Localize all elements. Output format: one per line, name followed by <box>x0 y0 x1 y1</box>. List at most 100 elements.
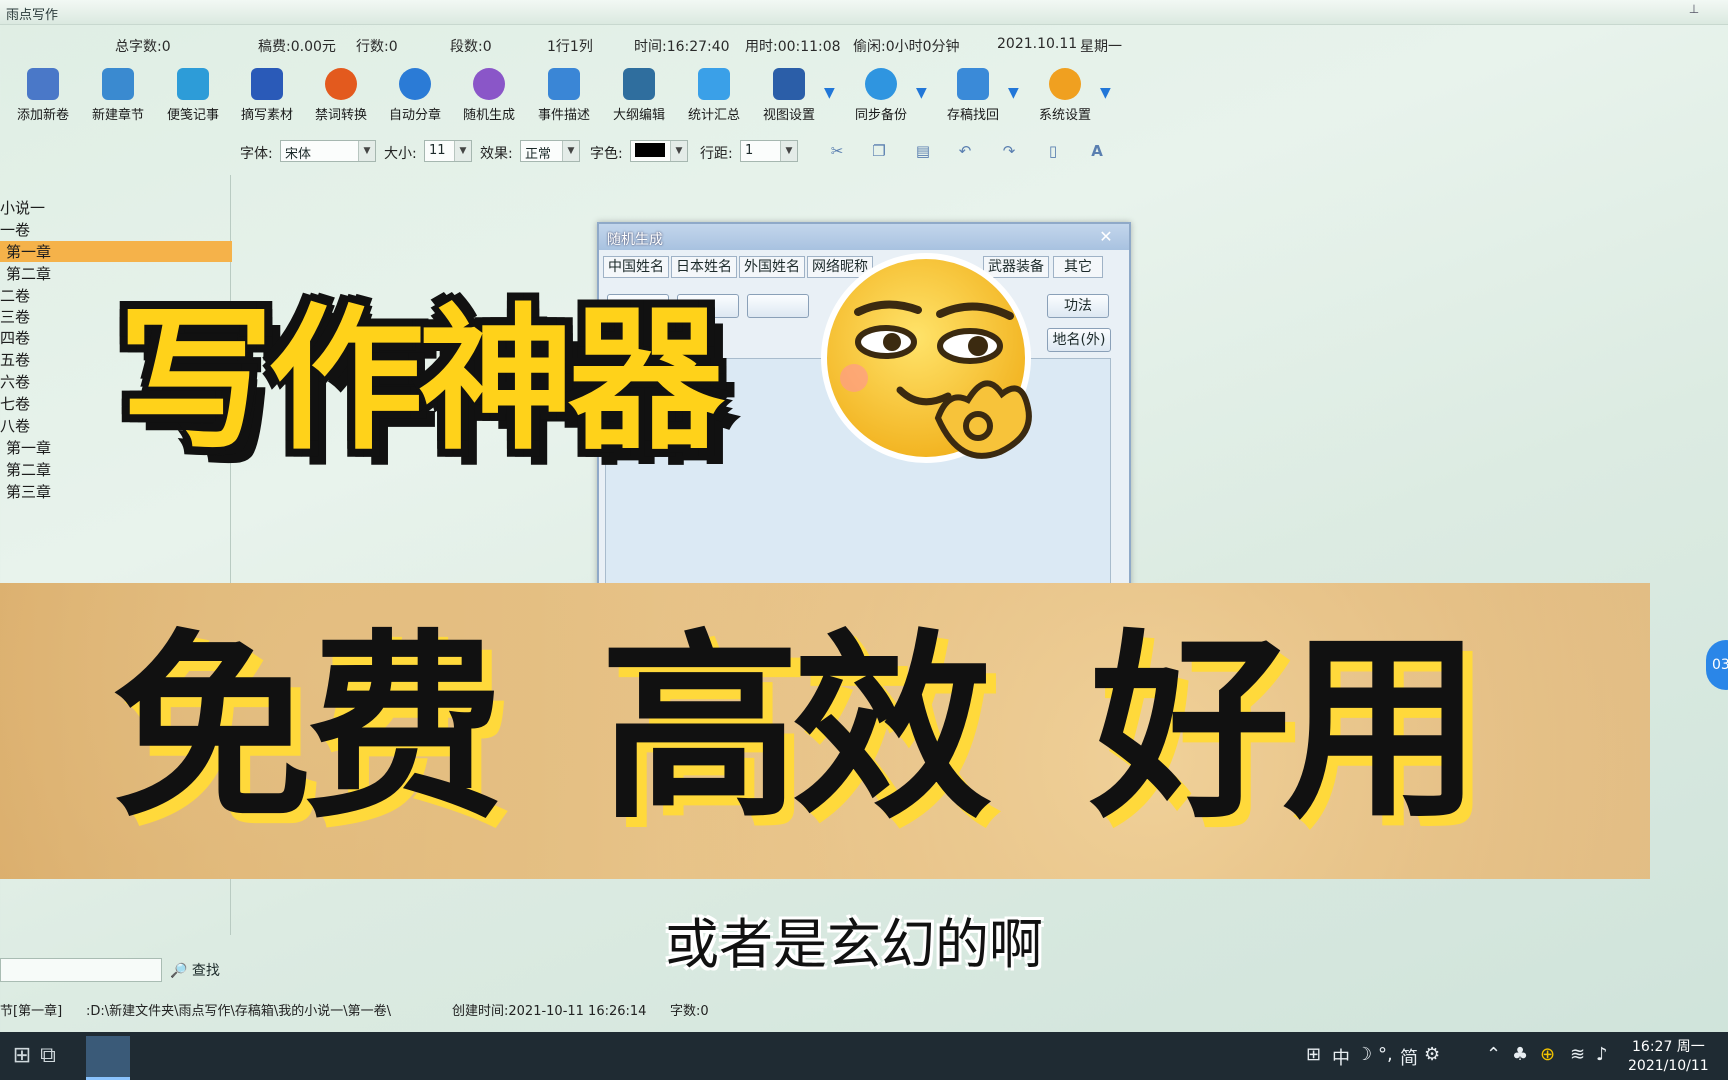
stat-total-words: 总字数:0 <box>115 39 171 55</box>
window-icon <box>548 68 580 100</box>
toolbar-material-button[interactable]: 摘写素材 <box>228 64 306 128</box>
stat-used: 用时:00:11:08 <box>745 39 841 55</box>
effect-select[interactable]: 正常 ▼ <box>520 140 580 162</box>
close-icon[interactable]: ✕ <box>1097 227 1115 246</box>
add-volume-icon <box>27 68 59 100</box>
keyboard-icon[interactable]: ⊞ <box>1306 1044 1321 1065</box>
undo-icon[interactable]: ↶ <box>954 142 976 162</box>
tree-node[interactable]: 一卷 <box>0 219 30 240</box>
tree-node[interactable]: 七卷 <box>0 393 30 414</box>
skill-button[interactable]: 功法 <box>1047 294 1109 318</box>
task-view-icon[interactable]: ⧉ <box>30 1040 66 1072</box>
tab-foreign-names[interactable]: 外国姓名 <box>739 256 805 278</box>
tree-node[interactable]: 三卷 <box>0 306 30 327</box>
chevron-down-icon: ▼ <box>562 141 579 161</box>
font-a-icon[interactable]: A <box>1086 142 1108 162</box>
tree-node[interactable]: 第二章 <box>0 263 51 284</box>
recover-dropdown-arrow-icon[interactable]: ▼ <box>1008 86 1022 100</box>
tab-other[interactable]: 其它 <box>1053 256 1103 278</box>
toolbar-notes-button[interactable]: 便笺记事 <box>154 64 232 128</box>
toolbar-banned-words-button[interactable]: 禁词转换 <box>302 64 380 128</box>
pin-icon[interactable]: ⊥ <box>1686 2 1702 18</box>
taskbar <box>0 1032 1728 1080</box>
qq-icon[interactable]: ♣ <box>1512 1044 1528 1065</box>
settings-dropdown-arrow-icon[interactable]: ▼ <box>1100 86 1114 100</box>
toolbar-event-button[interactable]: 事件描述 <box>525 64 603 128</box>
tree-node[interactable]: 二卷 <box>0 285 30 306</box>
toolbar-new-chapter-button[interactable]: 新建章节 <box>79 64 157 128</box>
toolbar-random-button[interactable]: 随机生成 <box>450 64 528 128</box>
wifi-icon[interactable]: ≋ <box>1570 1044 1585 1065</box>
tree-node[interactable]: 五卷 <box>0 349 30 370</box>
cloud-icon <box>865 68 897 100</box>
toolbar-recover-button[interactable]: 存稿找回 <box>934 64 1012 128</box>
tab-japanese-names[interactable]: 日本姓名 <box>671 256 737 278</box>
moon-icon[interactable]: ☽ <box>1356 1044 1372 1065</box>
search-button[interactable]: 🔎 查找 <box>170 960 220 980</box>
dialog-title-bar[interactable] <box>599 224 1129 250</box>
effect-label: 效果: <box>480 146 513 162</box>
tree-node[interactable]: 小说一 <box>0 197 45 218</box>
punctuation-icon[interactable]: °, <box>1378 1044 1393 1065</box>
clock-date[interactable]: 2021/10/11 <box>1628 1058 1709 1074</box>
tree-node[interactable]: 第一章 <box>0 437 51 458</box>
people-icon <box>473 68 505 100</box>
gear-icon <box>1049 68 1081 100</box>
chevron-up-icon[interactable]: ⌃ <box>1486 1044 1501 1065</box>
headline: 写作神器 <box>118 289 724 471</box>
toolbar-outline-button[interactable]: 大纲编辑 <box>600 64 678 128</box>
outline-book-icon <box>623 68 655 100</box>
volume-icon[interactable]: ♪ <box>1596 1044 1608 1065</box>
color-label: 字色: <box>590 146 623 162</box>
status-created: 创建时间:2021-10-11 16:26:14 <box>452 1004 647 1019</box>
tree-node[interactable]: 第三章 <box>0 481 51 502</box>
color-swatch <box>635 143 665 157</box>
stat-date: 2021.10.11 <box>997 36 1078 52</box>
taskbar-app-writing[interactable] <box>86 1036 130 1080</box>
page-icon[interactable]: ▯ <box>1042 142 1064 162</box>
copy-icon[interactable]: ❐ <box>868 142 890 162</box>
tree-node[interactable]: 第二章 <box>0 459 51 480</box>
banner-word-free: 免费 <box>112 613 504 846</box>
size-select[interactable]: 11 ▼ <box>424 140 472 162</box>
ime-language[interactable]: 中 <box>1332 1044 1350 1070</box>
place-foreign-button[interactable]: 地名(外) <box>1047 328 1111 352</box>
ime-mode[interactable]: 简 <box>1400 1044 1418 1070</box>
stat-weekday: 星期一 <box>1080 39 1122 55</box>
gear-icon[interactable]: ⚙ <box>1424 1044 1440 1065</box>
search-icon: 🔎 <box>170 963 188 979</box>
tree-node[interactable]: 六卷 <box>0 371 30 392</box>
toolbar-view-button[interactable]: 视图设置 <box>750 64 828 128</box>
toolbar-add-volume-button[interactable]: 添加新卷 <box>4 64 82 128</box>
generate-button[interactable] <box>747 294 809 318</box>
search-input[interactable] <box>0 958 162 982</box>
notes-icon <box>177 68 209 100</box>
size-label: 大小: <box>384 146 417 162</box>
redo-icon[interactable]: ↷ <box>998 142 1020 162</box>
sync-dropdown-arrow-icon[interactable]: ▼ <box>916 86 930 100</box>
stat-idle: 偷闲:0小时0分钟 <box>853 39 960 55</box>
status-node: 节[第一章] <box>0 1004 63 1019</box>
dialog-title: 随机生成 <box>607 232 663 248</box>
toolbar-settings-button[interactable]: 系统设置 <box>1026 64 1104 128</box>
video-subtitle: 或者是玄幻的啊 <box>665 913 1043 976</box>
toolbar-auto-split-button[interactable]: 自动分章 <box>376 64 454 128</box>
font-plus-icon <box>698 68 730 100</box>
view-dropdown-arrow-icon[interactable]: ▼ <box>824 86 838 100</box>
tree-node[interactable]: 四卷 <box>0 327 30 348</box>
font-select[interactable]: 宋体 ▼ <box>280 140 376 162</box>
tree-node[interactable]: 八卷 <box>0 415 30 436</box>
view-window-icon <box>773 68 805 100</box>
color-select[interactable]: ▼ <box>630 140 688 162</box>
scissors-icon[interactable]: ✂ <box>826 142 848 162</box>
toolbar-stats-button[interactable]: 统计汇总 <box>675 64 753 128</box>
tree-node-selected[interactable]: 第一章 <box>0 241 232 262</box>
clock-time[interactable]: 16:27 周一 <box>1632 1036 1705 1056</box>
plus-badge-icon[interactable]: ⊕ <box>1540 1044 1555 1065</box>
tab-chinese-names[interactable]: 中国姓名 <box>603 256 669 278</box>
toolbar-sync-button[interactable]: 同步备份 <box>842 64 920 128</box>
paste-icon[interactable]: ▤ <box>912 142 934 162</box>
material-book-icon <box>251 68 283 100</box>
spacing-select[interactable]: 1 ▼ <box>740 140 798 162</box>
stat-lines: 行数:0 <box>356 39 398 55</box>
